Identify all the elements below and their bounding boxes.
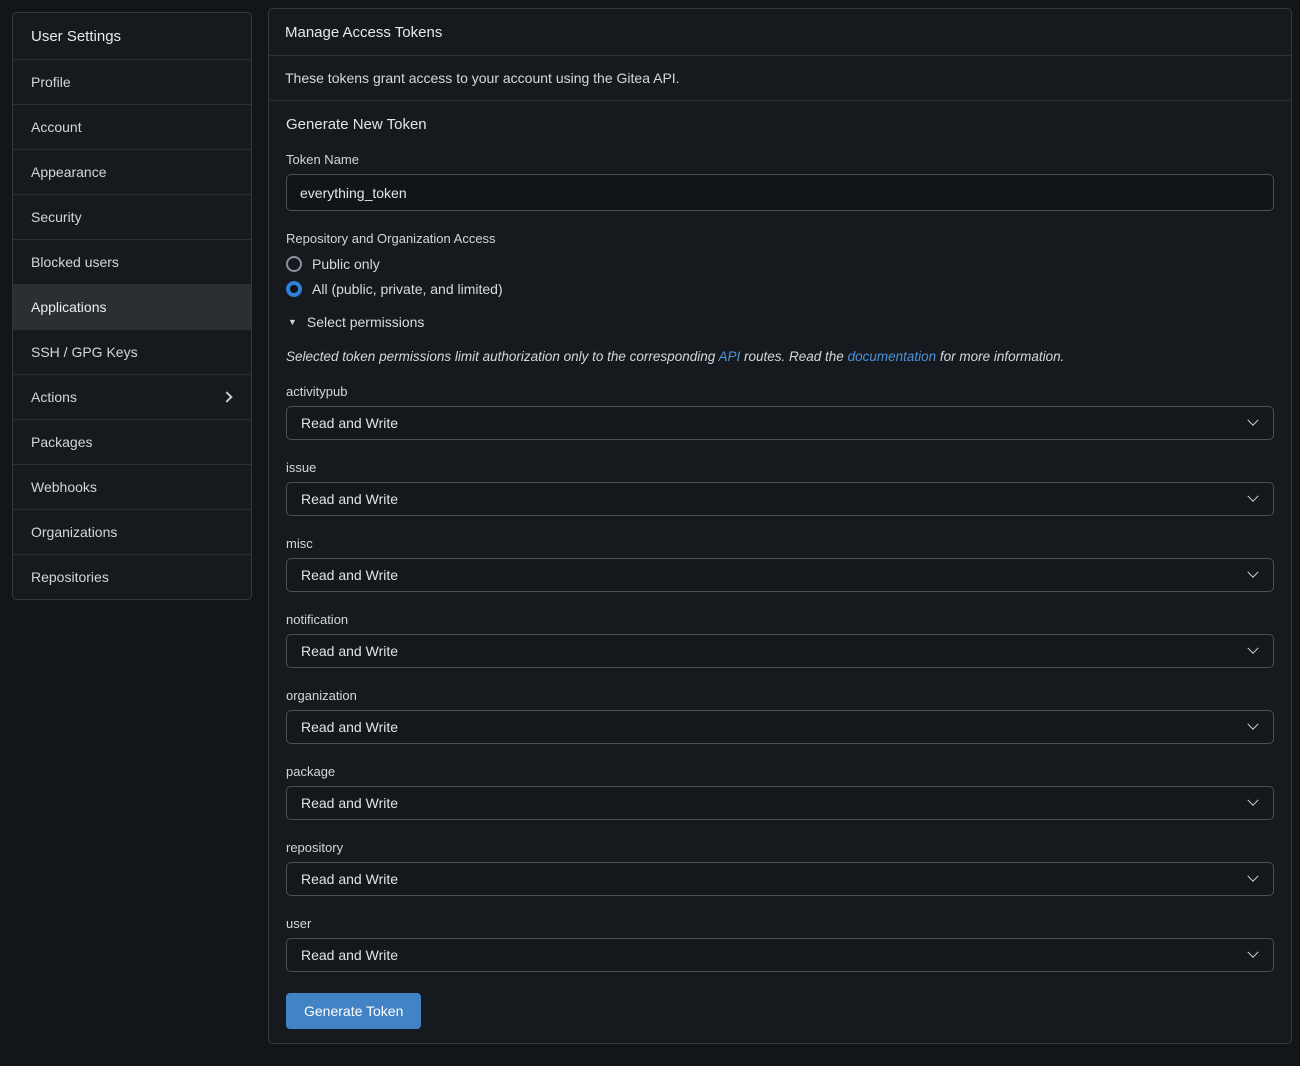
select-permissions-label: Select permissions: [307, 314, 425, 330]
token-name-input[interactable]: [286, 174, 1274, 211]
scope-activitypub-select[interactable]: Read and Write: [286, 406, 1274, 440]
scope-name-label: package: [286, 764, 1274, 779]
chevron-down-icon: [1247, 415, 1258, 426]
panel-title: Manage Access Tokens: [269, 9, 1291, 56]
scope-package-select[interactable]: Read and Write: [286, 786, 1274, 820]
select-permissions-toggle[interactable]: ▼ Select permissions: [288, 314, 1274, 330]
scope-group-misc: misc Read and Write: [286, 536, 1274, 592]
scope-issue-select[interactable]: Read and Write: [286, 482, 1274, 516]
permissions-note: Selected token permissions limit authori…: [286, 349, 1274, 364]
caret-down-icon: ▼: [288, 317, 297, 327]
sidebar-item-blocked-users[interactable]: Blocked users: [13, 239, 251, 284]
sidebar-item-security[interactable]: Security: [13, 194, 251, 239]
scope-group-organization: organization Read and Write: [286, 688, 1274, 744]
chevron-down-icon: [1247, 795, 1258, 806]
sidebar-item-ssh-gpg-keys[interactable]: SSH / GPG Keys: [13, 329, 251, 374]
radio-public-only[interactable]: Public only: [286, 256, 1274, 272]
settings-page: User Settings Profile Account Appearance…: [0, 0, 1300, 1052]
radio-all-access[interactable]: All (public, private, and limited): [286, 281, 1274, 297]
sidebar-item-packages[interactable]: Packages: [13, 419, 251, 464]
sidebar-item-label: Actions: [31, 389, 77, 405]
sidebar-item-webhooks[interactable]: Webhooks: [13, 464, 251, 509]
scope-group-notification: notification Read and Write: [286, 612, 1274, 668]
manage-access-tokens-panel: Manage Access Tokens These tokens grant …: [268, 8, 1292, 1044]
scope-user-select[interactable]: Read and Write: [286, 938, 1274, 972]
scope-group-repository: repository Read and Write: [286, 840, 1274, 896]
chevron-right-icon: [221, 391, 232, 402]
chevron-down-icon: [1247, 643, 1258, 654]
scope-select-value: Read and Write: [301, 947, 398, 963]
settings-sidebar: User Settings Profile Account Appearance…: [12, 12, 252, 600]
scope-misc-select[interactable]: Read and Write: [286, 558, 1274, 592]
documentation-link[interactable]: documentation: [848, 349, 937, 364]
sidebar-item-account[interactable]: Account: [13, 104, 251, 149]
chevron-down-icon: [1247, 947, 1258, 958]
scope-select-value: Read and Write: [301, 415, 398, 431]
scope-name-label: misc: [286, 536, 1274, 551]
generate-token-form: Generate New Token Token Name Repository…: [269, 101, 1291, 1043]
scope-name-label: notification: [286, 612, 1274, 627]
scope-group-activitypub: activitypub Read and Write: [286, 384, 1274, 440]
chevron-down-icon: [1247, 871, 1258, 882]
scope-organization-select[interactable]: Read and Write: [286, 710, 1274, 744]
scope-group-package: package Read and Write: [286, 764, 1274, 820]
scope-name-label: repository: [286, 840, 1274, 855]
scope-select-value: Read and Write: [301, 719, 398, 735]
chevron-down-icon: [1247, 567, 1258, 578]
access-scope-label: Repository and Organization Access: [286, 231, 1274, 246]
note-text: Selected token permissions limit authori…: [286, 349, 718, 364]
scope-select-value: Read and Write: [301, 567, 398, 583]
token-name-label: Token Name: [286, 152, 1274, 167]
api-link[interactable]: API: [718, 349, 740, 364]
scope-select-value: Read and Write: [301, 491, 398, 507]
scope-name-label: issue: [286, 460, 1274, 475]
radio-label: All (public, private, and limited): [312, 281, 503, 297]
scope-select-value: Read and Write: [301, 643, 398, 659]
sidebar-item-actions[interactable]: Actions: [13, 374, 251, 419]
scope-select-value: Read and Write: [301, 795, 398, 811]
note-text: for more information.: [936, 349, 1064, 364]
scope-name-label: user: [286, 916, 1274, 931]
section-title: Generate New Token: [286, 116, 1274, 133]
panel-description: These tokens grant access to your accoun…: [269, 56, 1291, 101]
generate-token-button[interactable]: Generate Token: [286, 993, 421, 1029]
sidebar-item-profile[interactable]: Profile: [13, 59, 251, 104]
chevron-down-icon: [1247, 719, 1258, 730]
scope-repository-select[interactable]: Read and Write: [286, 862, 1274, 896]
sidebar-item-organizations[interactable]: Organizations: [13, 509, 251, 554]
scope-name-label: organization: [286, 688, 1274, 703]
note-text: routes. Read the: [740, 349, 847, 364]
sidebar-title: User Settings: [13, 13, 251, 59]
scope-group-issue: issue Read and Write: [286, 460, 1274, 516]
scope-group-user: user Read and Write: [286, 916, 1274, 972]
radio-label: Public only: [312, 256, 380, 272]
radio-unselected-icon[interactable]: [286, 256, 302, 272]
scope-notification-select[interactable]: Read and Write: [286, 634, 1274, 668]
sidebar-item-repositories[interactable]: Repositories: [13, 554, 251, 599]
sidebar-item-applications[interactable]: Applications: [13, 284, 251, 329]
scope-select-value: Read and Write: [301, 871, 398, 887]
scope-name-label: activitypub: [286, 384, 1274, 399]
sidebar-item-appearance[interactable]: Appearance: [13, 149, 251, 194]
radio-selected-icon[interactable]: [286, 281, 302, 297]
chevron-down-icon: [1247, 491, 1258, 502]
